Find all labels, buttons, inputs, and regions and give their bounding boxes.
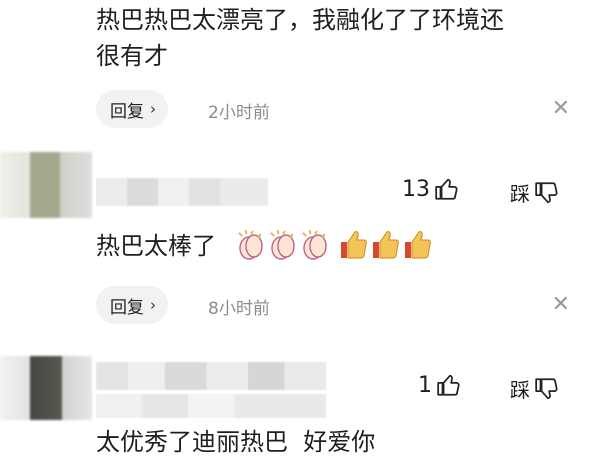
reply-button[interactable]: 回复 › xyxy=(96,286,168,324)
avatar[interactable] xyxy=(0,356,92,420)
comment-list: 热巴热巴太漂亮了，我融化了了环境还 很有才 回复 › 2小时前 ✕ 13 踩 热… xyxy=(0,0,600,466)
dislike-button[interactable]: 踩 xyxy=(510,178,560,207)
thumbs-up-emoji xyxy=(405,231,431,259)
comment-time: 2小时前 xyxy=(208,103,270,123)
username-blurred-line xyxy=(96,394,326,418)
thumbs-up-icon xyxy=(437,374,460,396)
comment-text: 太优秀了迪丽热巴 好爱你 xyxy=(96,428,376,456)
clap-emoji xyxy=(270,230,295,260)
emoji-row xyxy=(236,228,434,262)
like-count: 13 xyxy=(402,176,430,202)
comment-text: 热巴热巴太漂亮了，我融化了了环境还 很有才 xyxy=(96,6,504,70)
clap-emoji xyxy=(302,230,327,260)
like-button[interactable]: 1 xyxy=(418,372,462,398)
like-button[interactable]: 13 xyxy=(402,176,460,202)
dislike-button[interactable]: 踩 xyxy=(510,374,560,403)
close-icon[interactable]: ✕ xyxy=(552,98,570,120)
avatar[interactable] xyxy=(0,152,92,218)
reply-label: 回复 xyxy=(110,297,144,318)
chevron-right-icon: › xyxy=(150,100,156,118)
close-icon[interactable]: ✕ xyxy=(552,294,570,316)
thumbs-up-icon xyxy=(435,178,458,200)
dislike-label: 踩 xyxy=(510,182,530,206)
chevron-right-icon: › xyxy=(150,296,156,314)
clap-emoji xyxy=(238,230,263,260)
thumbs-up-emoji xyxy=(341,231,367,259)
reply-button[interactable]: 回复 › xyxy=(96,90,168,128)
thumbs-down-icon xyxy=(535,377,558,399)
comment-time: 8小时前 xyxy=(208,299,270,319)
dislike-label: 踩 xyxy=(510,378,530,402)
thumbs-up-emoji xyxy=(373,231,399,259)
reply-label: 回复 xyxy=(110,101,144,122)
like-count: 1 xyxy=(418,372,432,398)
thumbs-down-icon xyxy=(535,181,558,203)
comment-text: 热巴太棒了 xyxy=(96,232,216,260)
username-blurred[interactable] xyxy=(96,178,268,206)
username-blurred[interactable] xyxy=(96,362,326,390)
